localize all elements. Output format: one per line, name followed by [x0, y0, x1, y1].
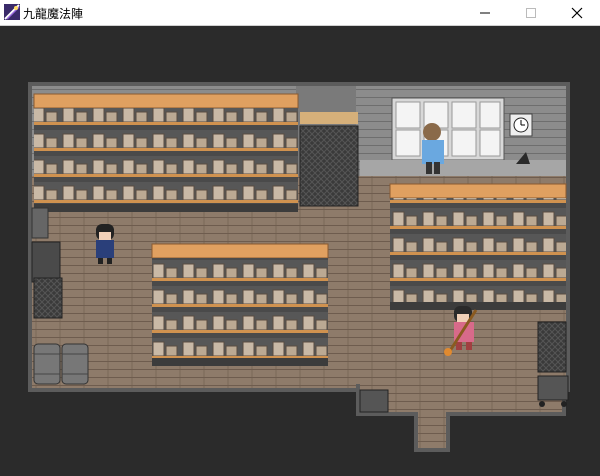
cart [537, 375, 569, 401]
shelf-center-cap [151, 243, 329, 259]
close-button[interactable] [554, 0, 600, 25]
floor-crate [359, 389, 389, 413]
window-title: 九龍魔法陣 [23, 7, 84, 21]
maximize-button[interactable] [508, 0, 554, 25]
counter-ledge [360, 160, 566, 176]
shelf-center-boxes [152, 258, 328, 358]
shelf-center-base [152, 358, 328, 366]
exit-corridor-floor [418, 412, 446, 448]
close-icon [571, 7, 583, 18]
game-viewport[interactable] [0, 26, 600, 476]
player-girl-character [96, 224, 114, 264]
shelf-top-left-cap [33, 93, 299, 109]
shelf-top-left-base [34, 204, 298, 212]
window-titlebar: 九龍魔法陣 [0, 0, 600, 26]
right-side-props [537, 321, 569, 407]
gate-bars [299, 125, 359, 207]
minimize-icon [480, 12, 490, 13]
shelf-right [389, 183, 567, 310]
shelf-right-boxes [390, 198, 566, 302]
shelf-right-cap [389, 183, 567, 199]
barrel-1 [33, 343, 61, 385]
minimize-button[interactable] [462, 0, 508, 25]
gate-sign [300, 112, 358, 124]
shelf-right-base [390, 302, 566, 310]
south-floor-section [360, 384, 562, 412]
wall-clock-icon [509, 113, 533, 137]
maximize-icon [526, 7, 536, 18]
shelf-top-left-boxes [34, 108, 298, 204]
shelf-top-left [33, 93, 299, 212]
barrel-2 [61, 343, 89, 385]
shelf-center [151, 243, 329, 366]
iron-gate [299, 112, 359, 207]
game-scene [28, 82, 570, 452]
app-icon [4, 4, 20, 20]
